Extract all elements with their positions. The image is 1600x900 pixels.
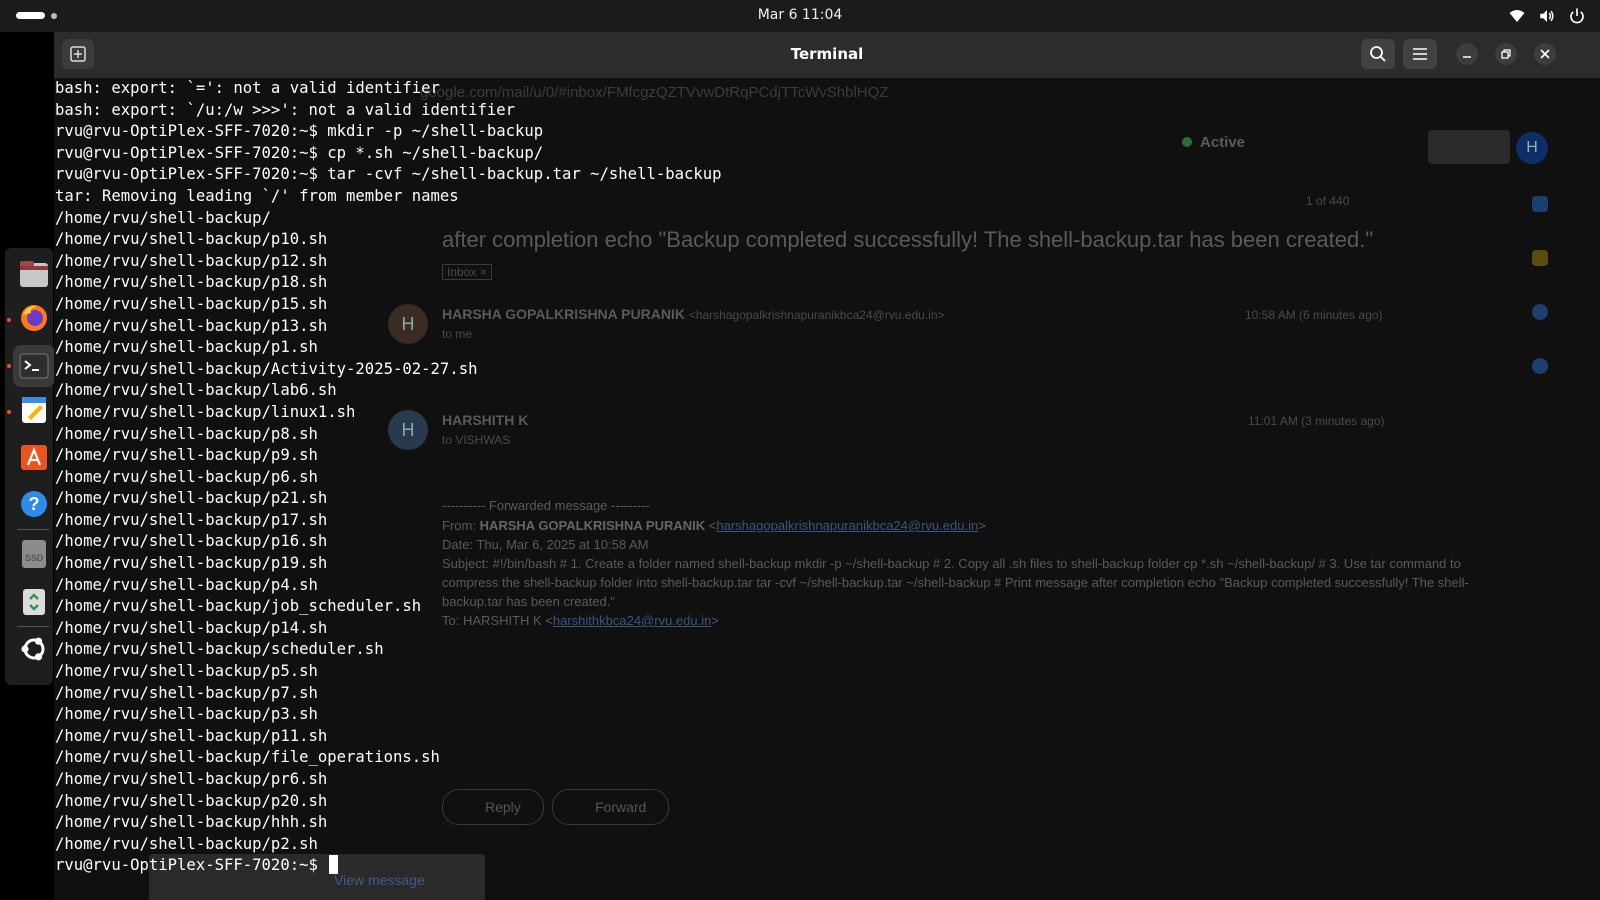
minimize-button[interactable] bbox=[1456, 43, 1478, 65]
volume-icon bbox=[1540, 10, 1554, 22]
disk-label: SSD bbox=[25, 553, 44, 563]
terminal-line: /home/rvu/shell-backup/p3.sh bbox=[55, 705, 318, 724]
clock[interactable]: Mar 6 11:04 bbox=[0, 0, 1600, 30]
terminal-line: /home/rvu/shell-backup/p6.sh bbox=[55, 467, 318, 486]
firefox-icon[interactable] bbox=[18, 302, 50, 334]
terminal-line: /home/rvu/shell-backup/p9.sh bbox=[55, 446, 318, 465]
terminal-prompt: rvu@rvu-OptiPlex-SFF-7020:~$ bbox=[55, 856, 328, 875]
terminal-line: /home/rvu/shell-backup/Activity-2025-02-… bbox=[55, 359, 478, 378]
terminal-cursor bbox=[329, 855, 339, 875]
terminal-line: /home/rvu/shell-backup/p18.sh bbox=[55, 273, 328, 292]
terminal-line: /home/rvu/shell-backup/p11.sh bbox=[55, 726, 328, 745]
title-bar[interactable]: Terminal bbox=[54, 32, 1600, 78]
terminal-line: /home/rvu/shell-backup/p20.sh bbox=[55, 791, 328, 810]
dock-separator bbox=[17, 626, 49, 627]
terminal-line: /home/rvu/shell-backup/job_scheduler.sh bbox=[55, 597, 422, 616]
terminal-line: bash: export: `=': not a valid identifie… bbox=[55, 79, 440, 97]
hamburger-menu-icon bbox=[1413, 48, 1427, 60]
terminal-window[interactable]: Terminal google.com/mail/u/0/#inbox/FMfc… bbox=[54, 32, 1600, 900]
power-icon bbox=[1570, 8, 1584, 24]
running-indicator bbox=[7, 318, 11, 322]
terminal-line: /home/rvu/shell-backup/p16.sh bbox=[55, 532, 328, 551]
terminal-line: /home/rvu/shell-backup/file_operations.s… bbox=[55, 748, 440, 767]
terminal-line: /home/rvu/shell-backup/p15.sh bbox=[55, 294, 328, 313]
menu-button[interactable] bbox=[1403, 39, 1437, 69]
terminal-line: /home/rvu/shell-backup/p12.sh bbox=[55, 251, 328, 270]
terminal-line: /home/rvu/shell-backup/p1.sh bbox=[55, 338, 318, 357]
terminal-content[interactable]: google.com/mail/u/0/#inbox/FMfcgzQZTVvwD… bbox=[54, 78, 1600, 900]
trash-icon[interactable] bbox=[18, 586, 50, 618]
terminal-line: /home/rvu/shell-backup/p14.sh bbox=[55, 618, 328, 637]
terminal-line: tar: Removing leading `/' from member na… bbox=[55, 186, 459, 205]
close-icon bbox=[1540, 49, 1550, 59]
ubuntu-icon[interactable] bbox=[18, 633, 50, 665]
terminal-line: rvu@rvu-OptiPlex-SFF-7020:~$ cp *.sh ~/s… bbox=[55, 143, 544, 162]
terminal-line: /home/rvu/shell-backup/p21.sh bbox=[55, 489, 328, 508]
top-bar: Mar 6 11:04 bbox=[0, 0, 1600, 32]
terminal-line: /home/rvu/shell-backup/p17.sh bbox=[55, 510, 328, 529]
system-tray[interactable] bbox=[1508, 7, 1586, 25]
dock-separator bbox=[17, 529, 49, 530]
terminal-line: /home/rvu/shell-backup/hhh.sh bbox=[55, 813, 328, 832]
search-icon bbox=[1370, 46, 1386, 62]
terminal-line: bash: export: `/u:/w >>>': not a valid i… bbox=[55, 100, 516, 119]
wifi-icon bbox=[1509, 10, 1525, 22]
terminal-line: /home/rvu/shell-backup/p10.sh bbox=[55, 230, 328, 249]
restore-icon bbox=[1501, 49, 1511, 59]
terminal-line: /home/rvu/shell-backup/linux1.sh bbox=[55, 402, 356, 421]
terminal-line: /home/rvu/shell-backup/p8.sh bbox=[55, 424, 318, 443]
terminal-icon[interactable] bbox=[13, 345, 55, 387]
close-button[interactable] bbox=[1534, 43, 1556, 65]
disk-icon[interactable]: SSD bbox=[18, 538, 50, 570]
terminal-line: /home/rvu/shell-backup/p19.sh bbox=[55, 554, 328, 573]
restore-button[interactable] bbox=[1495, 43, 1517, 65]
terminal-line: rvu@rvu-OptiPlex-SFF-7020:~$ tar -cvf ~/… bbox=[55, 165, 722, 184]
dock-panel: ? SSD bbox=[5, 248, 55, 685]
svg-text:?: ? bbox=[29, 494, 40, 514]
terminal-line: /home/rvu/shell-backup/pr6.sh bbox=[55, 770, 328, 788]
running-indicator bbox=[7, 410, 11, 414]
terminal-line: /home/rvu/shell-backup/p2.sh bbox=[55, 834, 318, 853]
files-icon[interactable] bbox=[18, 258, 50, 290]
help-icon[interactable]: ? bbox=[18, 488, 50, 520]
terminal-line: /home/rvu/shell-backup/p5.sh bbox=[55, 662, 318, 681]
terminal-line: /home/rvu/shell-backup/p7.sh bbox=[55, 683, 318, 702]
terminal-output[interactable]: bash: export: `=': not a valid identifie… bbox=[55, 78, 1595, 877]
terminal-line: /home/rvu/shell-backup/p13.sh bbox=[55, 316, 328, 335]
search-button[interactable] bbox=[1361, 39, 1395, 69]
text-editor-icon[interactable] bbox=[18, 394, 50, 426]
minimize-icon bbox=[1463, 56, 1471, 58]
terminal-line: /home/rvu/shell-backup/scheduler.sh bbox=[55, 640, 384, 659]
terminal-line: /home/rvu/shell-backup/p4.sh bbox=[55, 575, 318, 594]
terminal-line: /home/rvu/shell-backup/ bbox=[55, 208, 271, 227]
app-center-icon[interactable] bbox=[18, 440, 50, 472]
running-indicator bbox=[7, 364, 11, 368]
terminal-line: /home/rvu/shell-backup/lab6.sh bbox=[55, 381, 337, 400]
dock: ? SSD bbox=[0, 32, 55, 900]
terminal-line: rvu@rvu-OptiPlex-SFF-7020:~$ mkdir -p ~/… bbox=[55, 122, 544, 141]
